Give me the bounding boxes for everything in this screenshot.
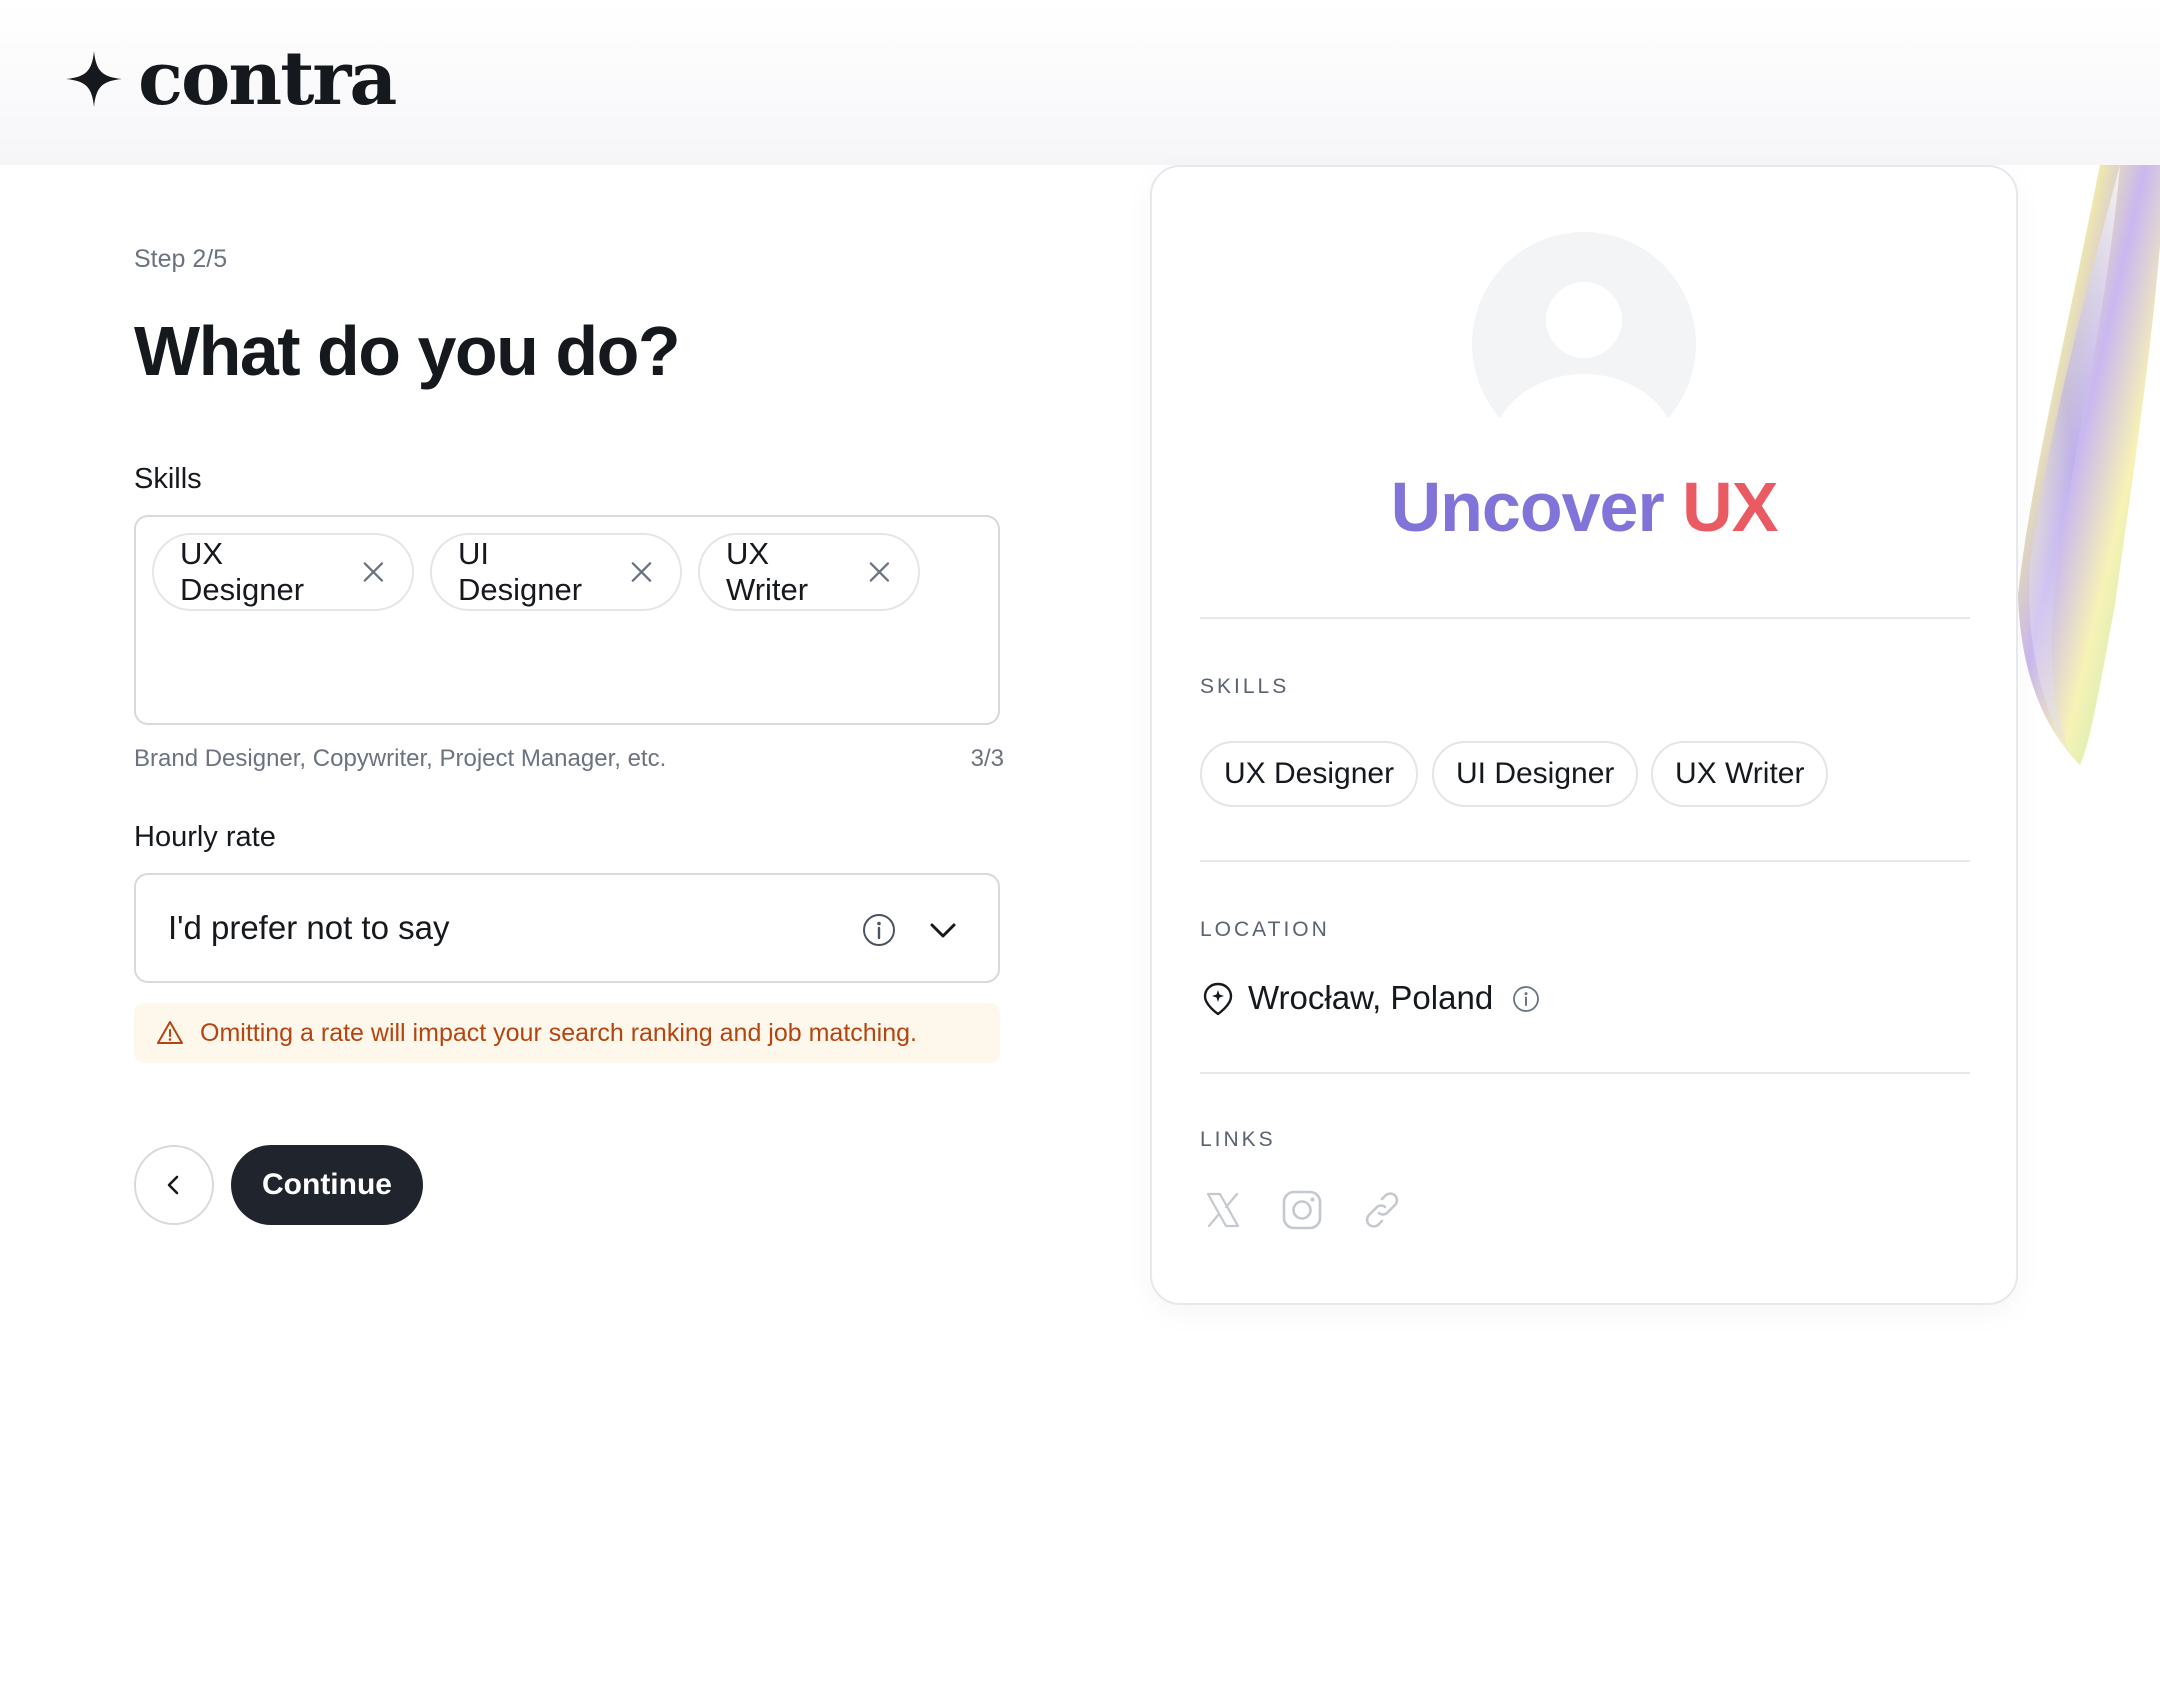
chevron-left-icon	[167, 1175, 179, 1195]
chevron-down-icon[interactable]	[928, 915, 958, 945]
logo-wordmark: contra	[138, 36, 397, 122]
x-icon[interactable]	[1200, 1187, 1246, 1233]
back-button[interactable]	[134, 1145, 214, 1225]
instagram-icon[interactable]	[1279, 1187, 1325, 1233]
skills-hint: Brand Designer, Copywriter, Project Mana…	[134, 745, 667, 772]
skills-count: 3/3	[970, 745, 1004, 772]
top-bar: contra	[0, 0, 2160, 165]
holographic-decoration	[2018, 165, 2160, 765]
warning-icon	[157, 1021, 183, 1044]
location-pin-icon	[1203, 982, 1233, 1016]
location-section-title: LOCATION	[1200, 918, 1330, 941]
avatar-placeholder-icon	[1472, 232, 1696, 456]
profile-skill-chip: UI Designer	[1432, 741, 1639, 807]
profile-skill-chip: UX Designer	[1200, 741, 1419, 807]
step-indicator: Step 2/5	[134, 245, 228, 273]
close-icon[interactable]	[629, 559, 654, 585]
skill-chip: UX Designer	[152, 533, 414, 611]
profile-skill-chip: UX Writer	[1651, 741, 1829, 807]
continue-button[interactable]: Continue	[231, 1145, 423, 1225]
rate-warning: Omitting a rate will impact your search …	[134, 1003, 1000, 1063]
profile-name-first: Uncover	[1390, 468, 1665, 546]
hourly-rate-select[interactable]: I'd prefer not to say	[134, 873, 1000, 983]
contra-logo[interactable]: contra	[64, 36, 397, 122]
profile-name: Uncover UX	[1152, 467, 2016, 547]
skill-chip-label: UI Designer	[458, 536, 583, 607]
close-icon[interactable]	[361, 559, 386, 585]
page-title: What do you do?	[134, 312, 681, 390]
skills-input[interactable]: UX Designer UI Designer UX Writer	[134, 515, 1000, 725]
skill-chip: UI Designer	[430, 533, 682, 611]
profile-preview-card: Uncover UX SKILLS UX Designer UI Designe…	[1150, 165, 2018, 1305]
info-icon[interactable]	[1512, 985, 1540, 1013]
close-icon[interactable]	[867, 559, 892, 585]
hourly-rate-value: I'd prefer not to say	[168, 909, 450, 946]
link-icon[interactable]	[1359, 1187, 1405, 1233]
skill-chip: UX Writer	[698, 533, 920, 611]
hourly-rate-label: Hourly rate	[134, 821, 276, 853]
divider	[1200, 1072, 1970, 1074]
info-icon[interactable]	[862, 913, 896, 947]
warning-text: Omitting a rate will impact your search …	[200, 1018, 917, 1047]
profile-name-second: UX	[1682, 468, 1778, 546]
location-text: Wrocław, Poland	[1248, 979, 1494, 1016]
divider	[1200, 617, 1970, 619]
sparkle-logo-icon	[66, 51, 122, 107]
links-section-title: LINKS	[1200, 1128, 1276, 1151]
divider	[1200, 860, 1970, 862]
skills-label: Skills	[134, 463, 202, 495]
skill-chip-label: UX Designer	[180, 536, 305, 607]
skill-chip-label: UX Writer	[726, 536, 809, 607]
skills-section-title: SKILLS	[1200, 675, 1290, 698]
